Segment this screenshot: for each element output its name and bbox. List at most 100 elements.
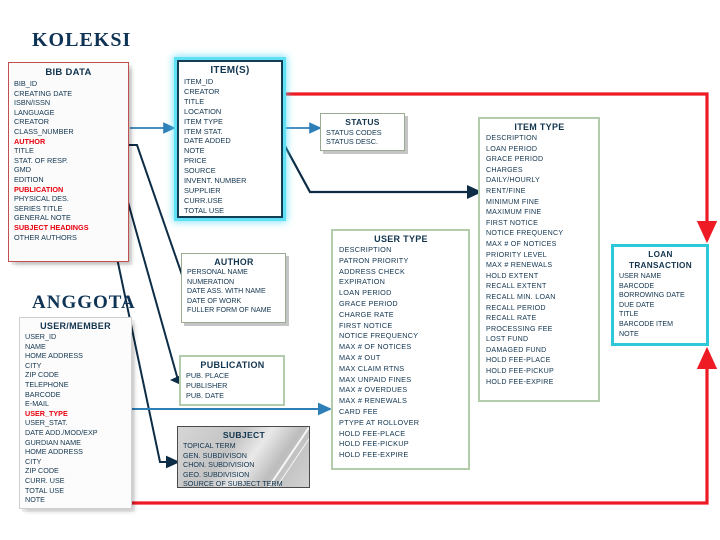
field-row: PRIORITY LEVEL bbox=[486, 250, 547, 259]
section-title-anggota: ANGGOTA bbox=[32, 292, 136, 313]
field-row: CHARGES bbox=[486, 165, 523, 174]
field-row: SERIES TITLE bbox=[14, 203, 63, 213]
field-row: DAILY/HOURLY bbox=[486, 176, 540, 185]
field-list: PUB. PLACE PUBLISHER PUB. DATE bbox=[186, 371, 279, 400]
field-row: DATE ASS. WITH NAME bbox=[187, 287, 266, 295]
field-row: TITLE bbox=[184, 96, 205, 106]
field-row: RECALL EXTENT bbox=[486, 282, 547, 291]
field-row: PERSONAL NAME bbox=[187, 268, 248, 276]
entity-title: PUBLICATION bbox=[200, 360, 265, 370]
field-row: BARCODE ITEM bbox=[619, 319, 673, 328]
field-row: NOTE bbox=[184, 146, 205, 156]
field-row: MAX # OUT bbox=[339, 352, 381, 362]
field-row: PHYSICAL DES. bbox=[14, 194, 69, 204]
field-row: RENT/FINE bbox=[486, 186, 526, 195]
field-row: USER_ID bbox=[25, 332, 57, 341]
entity-publication[interactable]: PUBLICATION PUB. PLACE PUBLISHER PUB. DATE bbox=[179, 355, 285, 406]
field-row: DAMAGED FUND bbox=[486, 345, 547, 354]
entity-loan-transaction[interactable]: LOAN TRANSACTION USER NAME BARCODE BORROWI… bbox=[611, 244, 709, 346]
field-row: RECALL PERIOD bbox=[486, 303, 546, 312]
field-row: MAX CLAIM RTNS bbox=[339, 363, 405, 373]
field-row: PUB. PLACE bbox=[186, 371, 229, 380]
field-row-key: USER_TYPE bbox=[25, 408, 68, 418]
field-row: GMD bbox=[14, 165, 32, 175]
field-row: GENERAL NOTE bbox=[14, 213, 71, 223]
entity-user-member[interactable]: USER/MEMBER USER_ID NAME HOME ADDRESS CITY Z… bbox=[19, 317, 132, 509]
field-row: USER NAME bbox=[619, 272, 662, 280]
entity-title: ITEM(S) bbox=[210, 65, 250, 76]
field-row: HOLD FEE-EXPIRE bbox=[339, 450, 409, 460]
field-row: DESCRIPTION bbox=[486, 134, 538, 142]
field-row: INVENT. NUMBER bbox=[184, 176, 247, 186]
field-row: TOTAL USE bbox=[184, 205, 225, 215]
field-row-key: SUBJECT HEADINGS bbox=[14, 222, 89, 232]
field-row: MAX # OF NOTICES bbox=[339, 342, 412, 352]
field-row: GEN. SUBDIVISON bbox=[183, 450, 247, 460]
section-title-koleksi: KOLEKSI bbox=[32, 29, 132, 51]
field-row: LANGUAGE bbox=[14, 107, 55, 117]
field-row: HOLD FEE-PICKUP bbox=[339, 439, 409, 449]
field-row: TELEPHONE bbox=[25, 379, 69, 389]
field-row: PRICE bbox=[184, 156, 207, 166]
field-row: SOURCE bbox=[184, 166, 216, 176]
field-row: HOLD EXTENT bbox=[486, 271, 539, 280]
field-row: DESCRIPTION bbox=[339, 245, 392, 254]
entity-title-line2: TRANSACTION bbox=[629, 261, 692, 270]
field-row: ITEM STAT. bbox=[184, 126, 223, 136]
field-row: NOTICE FREQUENCY bbox=[486, 229, 564, 238]
field-list: PERSONAL NAME NUMERATION DATE ASS. WITH NA… bbox=[187, 268, 281, 316]
field-row: HOLD FEE-PICKUP bbox=[486, 367, 554, 376]
entity-user-type[interactable]: USER TYPE DESCRIPTION PATRON PRIORITY ADDR… bbox=[331, 229, 470, 470]
field-row: ISBN/ISSN bbox=[14, 98, 51, 108]
field-row: OTHER AUTHORS bbox=[14, 232, 77, 242]
field-row: NOTICE FREQUENCY bbox=[339, 331, 419, 341]
field-row: HOLD FEE-PLACE bbox=[339, 428, 406, 438]
field-row: GRACE PERIOD bbox=[486, 155, 544, 164]
field-list: BIB_ID CREATING DATE ISBN/ISSN LANGUAGE CREA… bbox=[14, 79, 123, 242]
entity-title: USER TYPE bbox=[374, 234, 428, 244]
field-row: MINIMUM FINE bbox=[486, 197, 540, 206]
field-row: ITEM_ID bbox=[184, 77, 214, 86]
field-row: CITY bbox=[25, 360, 42, 370]
entity-title: STATUS bbox=[345, 117, 380, 127]
field-row: BIB_ID bbox=[14, 79, 38, 88]
field-row: NOTE bbox=[619, 329, 639, 338]
field-row: TOPICAL TERM bbox=[183, 441, 236, 450]
field-row: DATE ADD./MOD/EXP bbox=[25, 427, 98, 437]
field-row: GURDIAN NAME bbox=[25, 437, 81, 447]
entity-bib-data[interactable]: BIB DATA BIB_ID CREATING DATE ISBN/ISSN LAN… bbox=[8, 62, 129, 262]
entity-items[interactable]: ITEM(S) ITEM_ID CREATOR TITLE LOCATION ITEM … bbox=[177, 60, 283, 218]
field-row: E-MAIL bbox=[25, 399, 49, 409]
field-list: DESCRIPTION LOAN PERIOD GRACE PERIOD CHARGE… bbox=[486, 133, 593, 387]
field-row: LOAN PERIOD bbox=[339, 288, 392, 298]
field-row: GRACE PERIOD bbox=[339, 298, 398, 308]
field-row: MAXIMUM FINE bbox=[486, 208, 542, 217]
field-row: PTYPE AT ROLLOVER bbox=[339, 417, 420, 427]
field-row: LOAN PERIOD bbox=[486, 144, 538, 153]
field-row-key: PUBLICATION bbox=[14, 184, 64, 194]
field-row: HOLD FEE-PLACE bbox=[486, 356, 551, 365]
field-row-key: AUTHOR bbox=[14, 136, 46, 146]
field-row: STATUS CODES bbox=[326, 128, 382, 137]
field-row: CARD FEE bbox=[339, 406, 378, 416]
field-row: PATRON PRIORITY bbox=[339, 255, 409, 265]
field-row: PROCESSING FEE bbox=[486, 324, 553, 333]
field-row: CHON. SUBDIVISION bbox=[183, 460, 255, 469]
field-row: PUBLISHER bbox=[186, 380, 228, 390]
field-row: RECALL MIN. LOAN bbox=[486, 292, 556, 301]
field-row: BARCODE bbox=[619, 281, 655, 290]
entity-author[interactable]: AUTHOR PERSONAL NAME NUMERATION DATE ASS. … bbox=[181, 253, 286, 323]
field-row: MAX UNPAID FINES bbox=[339, 374, 412, 384]
field-row: HOME ADDRESS bbox=[25, 447, 83, 457]
entity-subject[interactable]: SUBJECT TOPICAL TERM GEN. SUBDIVISON CHON.… bbox=[177, 426, 310, 488]
entity-item-type[interactable]: ITEM TYPE DESCRIPTION LOAN PERIOD GRACE PE… bbox=[478, 117, 600, 402]
field-list: DESCRIPTION PATRON PRIORITY ADDRESS CHECK E… bbox=[339, 245, 463, 461]
field-row: ADDRESS CHECK bbox=[339, 266, 406, 276]
field-row: FIRST NOTICE bbox=[339, 320, 393, 330]
entity-title: BIB DATA bbox=[45, 67, 92, 78]
entity-status[interactable]: STATUS STATUS CODES STATUS DESC. bbox=[320, 113, 405, 151]
field-row: FIRST NOTICE bbox=[486, 218, 539, 227]
entity-title: SUBJECT bbox=[222, 430, 266, 440]
field-row: MAX # OF NOTICES bbox=[486, 239, 557, 248]
field-row: TITLE bbox=[14, 146, 34, 156]
